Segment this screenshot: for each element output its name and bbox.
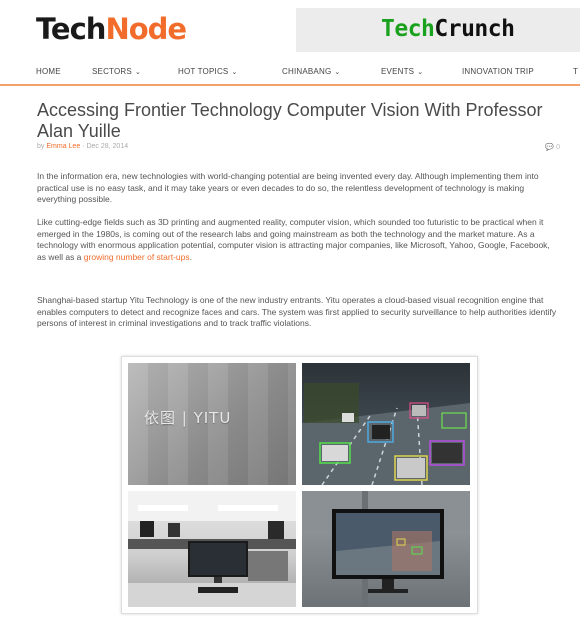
logo-technode-part2: Node	[105, 12, 187, 46]
monitor-display-image	[302, 491, 470, 607]
nav-label: SECTORS	[92, 67, 132, 76]
nav-label: INNOVATION TRIP	[462, 67, 534, 76]
article-paragraph: Like cutting-edge fields such as 3D prin…	[37, 217, 559, 263]
nav-label: HOT TOPICS	[178, 67, 229, 76]
article-paragraph: In the information era, new technologies…	[37, 171, 539, 204]
nav-item-hot-topics[interactable]: HOT TOPICS ⌄	[178, 67, 238, 76]
office-desks-image	[128, 491, 296, 607]
nav-label: T	[573, 67, 579, 76]
yitu-sign: 依图 | YITU	[144, 409, 232, 427]
logo-techcrunch-part2: Crunch	[434, 16, 515, 42]
nav-item-innovation-trip[interactable]: INNOVATION TRIP	[462, 67, 534, 76]
nav-label: EVENTS	[381, 67, 415, 76]
chevron-down-icon: ⌄	[417, 69, 424, 76]
chevron-down-icon: ⌄	[231, 69, 238, 76]
date-separator: ·	[82, 143, 85, 150]
article-title: Accessing Frontier Technology Computer V…	[37, 100, 543, 141]
chevron-down-icon: ⌄	[334, 69, 341, 76]
article-byline: by Emma Lee · Dec 28, 2014	[37, 143, 128, 150]
monitor-scene-graphic	[302, 491, 470, 607]
traffic-scene-graphic	[302, 383, 470, 485]
byline-prefix: by	[37, 143, 45, 150]
site-header: TechNode TechCrunch	[0, 0, 580, 62]
nav-item-home[interactable]: HOME	[36, 67, 61, 76]
nav-item-sectors[interactable]: SECTORS ⌄	[92, 67, 141, 76]
comment-count-value: 0	[556, 144, 560, 151]
nav-item-overflow[interactable]: T	[573, 67, 578, 76]
traffic-detection-image	[302, 363, 470, 485]
author-link[interactable]: Emma Lee	[46, 143, 80, 150]
article-date: Dec 28, 2014	[86, 143, 129, 150]
logo-technode-part1: Tech	[36, 12, 106, 46]
startups-link[interactable]: growing number of start-ups	[84, 252, 190, 262]
main-nav: HOME SECTORS ⌄ HOT TOPICS ⌄ CHINABANG ⌄ EVE…	[0, 62, 580, 86]
comment-icon: 💬	[545, 144, 555, 151]
office-scene-graphic	[128, 491, 296, 607]
office-logo-wall-image: 依图 | YITU	[128, 363, 296, 485]
nav-label: HOME	[36, 67, 61, 76]
logo-techcrunch-part1: Tech	[381, 16, 435, 42]
chevron-down-icon: ⌄	[134, 69, 142, 76]
nav-item-chinabang[interactable]: CHINABANG ⌄	[282, 67, 340, 76]
paragraph-end: .	[189, 251, 192, 262]
comment-count[interactable]: 💬 0	[545, 143, 560, 151]
nav-item-events[interactable]: EVENTS ⌄	[381, 67, 423, 76]
technode-logo[interactable]: TechNode	[36, 12, 187, 46]
nav-label: CHINABANG	[282, 67, 332, 76]
article-image-collage: 依图 | YITU	[121, 356, 478, 614]
techcrunch-logo[interactable]: TechCrunch	[381, 16, 515, 42]
article-paragraph: Shanghai-based startup Yitu Technology i…	[37, 295, 557, 328]
